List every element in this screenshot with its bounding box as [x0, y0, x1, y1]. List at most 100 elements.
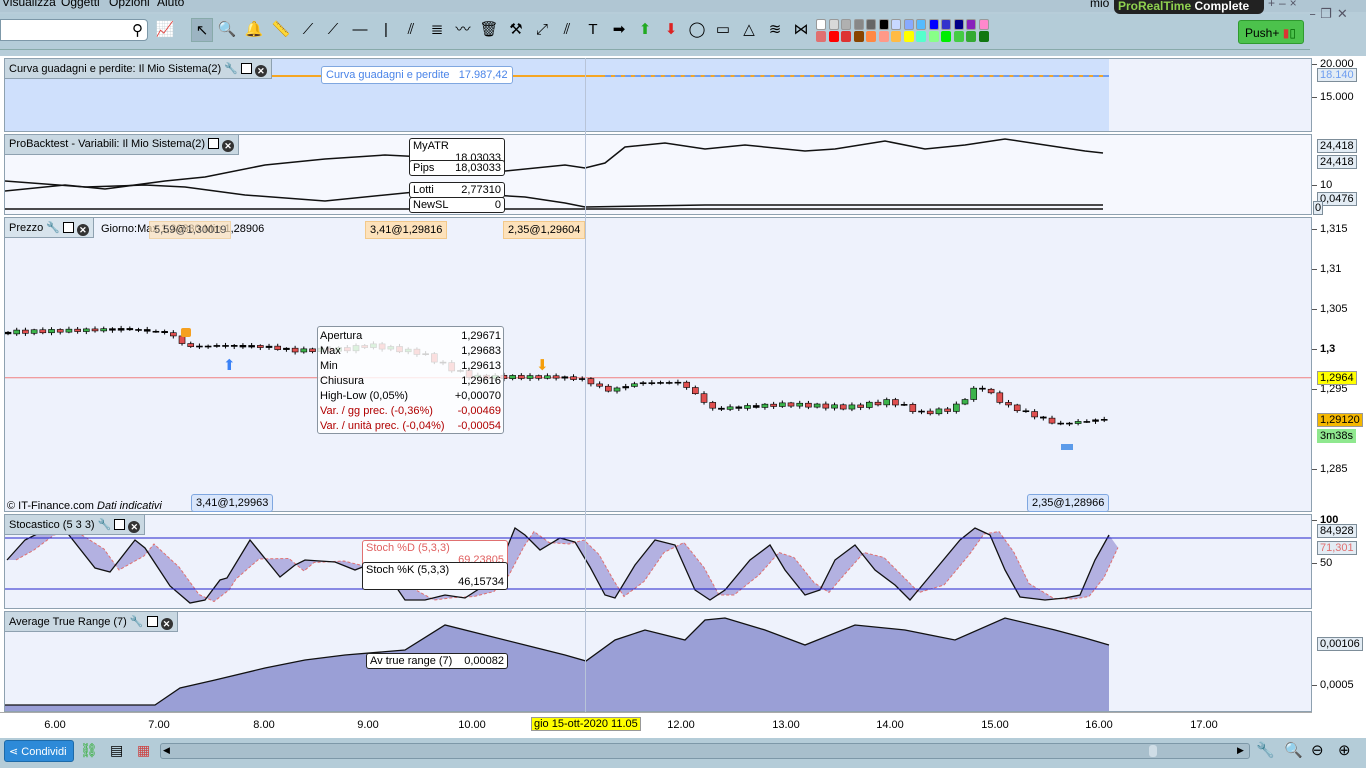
color-swatch[interactable]	[878, 19, 889, 30]
color-swatch[interactable]	[828, 19, 839, 30]
scroll-left-icon[interactable]: ◀	[163, 745, 170, 756]
horizontal-scrollbar[interactable]: ◀ ▶	[160, 743, 1250, 759]
regression-icon[interactable]: ≣	[426, 18, 448, 42]
parallel-icon[interactable]: ⫽	[556, 18, 578, 42]
close-icon[interactable]: ✕	[160, 618, 173, 630]
color-swatch[interactable]	[966, 31, 976, 42]
arrow-up-icon[interactable]: ⬆	[634, 18, 656, 42]
color-swatch[interactable]	[903, 19, 914, 30]
menu-visualizza[interactable]: Visualizza	[2, 0, 56, 9]
position-tag[interactable]: 2,35@1,28966	[1027, 494, 1110, 512]
color-swatch[interactable]	[953, 31, 964, 42]
equity-panel[interactable]: Curva guadagni e perdite: Il Mio Sistema…	[4, 58, 1312, 132]
time-axis[interactable]: 6.00 7.00 8.00 9.00 10.00 12.00 13.00 14…	[0, 712, 1312, 737]
color-swatch[interactable]	[941, 31, 951, 42]
stochastic-panel[interactable]: Stocastico (5 3 3) 🔧 ✕ Stoch %D (5,3,3) 69,…	[4, 514, 1312, 609]
price-axis[interactable]: 20.000 18.140 15.000 24,418 24,418 10 0,…	[1311, 56, 1366, 712]
workspace-tab[interactable]: mio	[1090, 0, 1109, 10]
search-input[interactable]: ⚲	[0, 19, 148, 41]
maximize-icon[interactable]	[146, 616, 158, 627]
color-swatch[interactable]	[916, 19, 926, 30]
color-swatch[interactable]	[841, 31, 851, 42]
close-icon[interactable]: ✕	[222, 140, 235, 152]
channel-icon[interactable]: 〰	[452, 18, 474, 42]
ruler-icon[interactable]: 📏	[270, 18, 292, 42]
segment-icon[interactable]: ⟋	[297, 18, 319, 42]
color-swatch[interactable]	[966, 19, 976, 30]
wrench-icon[interactable]: 🔧	[130, 615, 144, 628]
menu-oggetti[interactable]: Oggetti	[61, 0, 100, 9]
menu-aiuto[interactable]: Aiuto	[157, 0, 184, 9]
color-swatch[interactable]	[953, 19, 964, 30]
color-swatch[interactable]	[853, 19, 864, 30]
chart-settings-icon[interactable]: 🔧	[1256, 741, 1275, 759]
color-swatch[interactable]	[928, 31, 939, 42]
color-swatch[interactable]	[903, 31, 914, 42]
zoom-out-icon[interactable]: ⊖	[1311, 741, 1324, 759]
ellipse-icon[interactable]: ◯	[686, 18, 708, 42]
color-swatch[interactable]	[891, 19, 901, 30]
color-swatch[interactable]	[866, 31, 876, 42]
arrow-down-icon[interactable]: ⬇	[660, 18, 682, 42]
position-tag[interactable]: 3,41@1,29963	[191, 494, 274, 512]
color-swatch[interactable]	[891, 31, 901, 42]
window-controls-outer[interactable]: –❐✕	[1308, 6, 1353, 22]
order-tag[interactable]: 2,35@1,29604	[503, 221, 586, 239]
color-swatch[interactable]	[916, 31, 926, 42]
color-swatch[interactable]	[816, 19, 826, 30]
order-tag[interactable]: 3,41@1,29816	[365, 221, 448, 239]
window-controls[interactable]: +–×	[1268, 0, 1301, 10]
wrench-icon[interactable]: 🔧	[224, 62, 238, 75]
color-swatch[interactable]	[828, 31, 839, 42]
zoom-icon[interactable]: 🔍	[216, 18, 238, 42]
color-swatch[interactable]	[841, 19, 851, 30]
price-panel[interactable]: ⬆⬇ Prezzo🔧✕ Giorno:Max 1,30330 Min 1,289…	[4, 217, 1312, 512]
atr-panel[interactable]: Average True Range (7) 🔧 ✕ Av true range (…	[4, 611, 1312, 712]
color-swatch[interactable]	[816, 31, 826, 42]
list-icon[interactable]: ▤	[110, 742, 123, 759]
vertical-line-icon[interactable]: |	[375, 18, 397, 42]
pitchfork-icon[interactable]: ⋈	[790, 18, 812, 42]
triangle-icon[interactable]: △	[738, 18, 760, 42]
color-swatch[interactable]	[866, 19, 876, 30]
point-icon[interactable]: ⤢	[531, 18, 553, 42]
close-icon[interactable]: ✕	[76, 224, 89, 236]
maximize-icon[interactable]	[62, 222, 74, 233]
maximize-icon[interactable]	[114, 519, 126, 530]
wrench-icon[interactable]: 🔧	[46, 221, 60, 234]
scroll-right-icon[interactable]: ▶	[1237, 745, 1244, 756]
color-swatch[interactable]	[978, 19, 989, 30]
new-chart-icon[interactable]: 📈	[154, 18, 176, 42]
fibonacci-icon[interactable]: ≋	[764, 18, 786, 42]
order-tag[interactable]: 5,59@1,30019	[149, 221, 232, 239]
horizontal-line-icon[interactable]: —	[349, 18, 371, 42]
backtest-panel[interactable]: ProBacktest - Variabili: Il Mio Sistema(…	[4, 134, 1312, 215]
rectangle-icon[interactable]: ▭	[712, 18, 734, 42]
color-swatch[interactable]	[941, 19, 951, 30]
color-swatch[interactable]	[928, 19, 939, 30]
maximize-icon[interactable]	[240, 63, 252, 74]
alert-bell-icon[interactable]: 🔔	[243, 18, 265, 42]
auto-zoom-icon[interactable]: 🔍	[1284, 741, 1303, 759]
color-swatch[interactable]	[978, 31, 989, 42]
maximize-icon[interactable]	[208, 138, 220, 149]
link-chart-icon[interactable]: ⛓	[80, 742, 98, 759]
color-swatch[interactable]	[878, 31, 889, 42]
arrow-right-icon[interactable]: ➡	[608, 18, 630, 42]
close-icon[interactable]: ✕	[128, 521, 141, 533]
order-book-icon[interactable]: ▦	[137, 742, 150, 759]
tools-icon[interactable]: ⚒	[505, 18, 527, 42]
share-button[interactable]: ⋖ Condividi	[4, 740, 74, 762]
text-icon[interactable]: T	[582, 18, 604, 42]
pointer-icon[interactable]: ↖	[191, 18, 213, 42]
color-swatch[interactable]	[853, 31, 864, 42]
line-icon[interactable]: ⟋	[322, 18, 344, 42]
fibonacci-fan-icon[interactable]: ⫽	[400, 18, 422, 42]
wrench-icon[interactable]: 🔧	[98, 518, 112, 531]
push-button[interactable]: Push+ ▮▯	[1238, 20, 1304, 44]
menu-opzioni[interactable]: Opzioni	[109, 0, 150, 9]
close-icon[interactable]: ✕	[254, 65, 267, 77]
scroll-thumb[interactable]	[1149, 745, 1157, 757]
trash-icon[interactable]: 🗑	[478, 18, 500, 42]
zoom-in-icon[interactable]: ⊕	[1338, 741, 1351, 759]
